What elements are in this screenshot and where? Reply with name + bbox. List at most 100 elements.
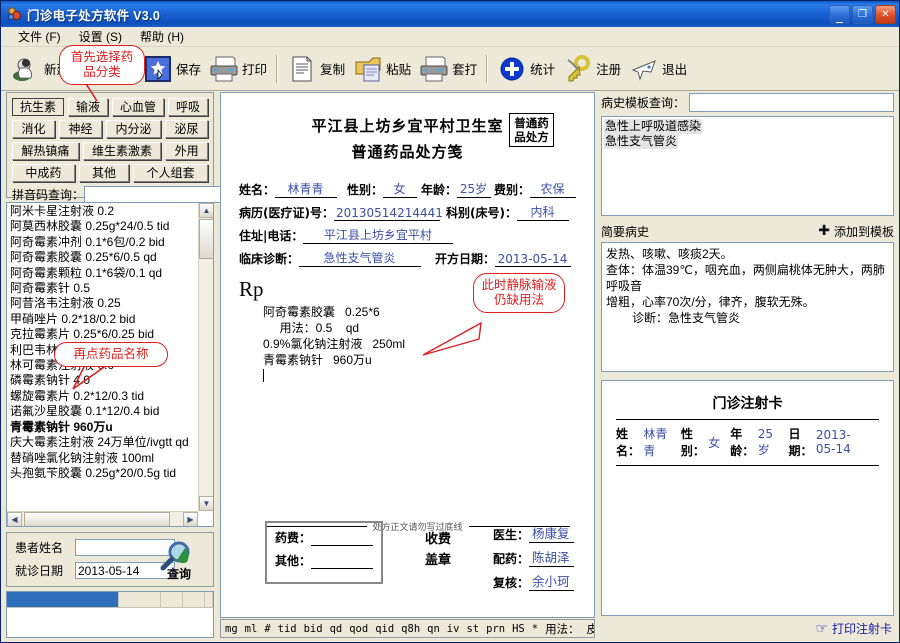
issue-date-value[interactable]: 2013-05-14 bbox=[495, 252, 572, 267]
status-usage[interactable]: 用法： bbox=[545, 621, 580, 637]
drug-list-item[interactable]: 阿昔洛韦注射液 0.25 bbox=[8, 296, 197, 311]
results-header-cell-1[interactable] bbox=[7, 592, 119, 607]
diagnosis-value[interactable]: 急性支气管炎 bbox=[299, 249, 422, 267]
checker-value[interactable]: 余小珂 bbox=[529, 571, 574, 591]
close-button[interactable]: ✕ bbox=[875, 4, 896, 24]
results-header-cell-4[interactable] bbox=[183, 592, 205, 607]
category-button-antipyretic[interactable]: 解热镇痛 bbox=[12, 142, 79, 160]
add-to-template-button[interactable]: ✚ 添加到模板 bbox=[818, 223, 894, 240]
drug-list-item[interactable]: 阿莫西林胶囊 0.25g*24/0.5 tid bbox=[8, 219, 197, 234]
scroll-down-button[interactable]: ▼ bbox=[199, 496, 213, 511]
scroll-up-button[interactable]: ▲ bbox=[199, 203, 213, 218]
drug-list-item[interactable]: 阿奇霉素冲剂 0.1*6包/0.2 bid bbox=[8, 235, 197, 250]
status-abbrev[interactable]: st bbox=[466, 623, 479, 635]
toolbar-exit-button[interactable]: 退出 bbox=[625, 50, 691, 88]
scroll-left-button[interactable]: ◀ bbox=[7, 512, 22, 526]
template-search-input[interactable] bbox=[689, 92, 894, 112]
injection-card-info-row: 姓名： 林青青 性别： 女 年龄： 25岁 日期： 2013-05-14 bbox=[616, 425, 879, 459]
query-button[interactable]: 查询 bbox=[155, 538, 203, 582]
toolbar-paste-button[interactable]: 粘贴 bbox=[349, 50, 415, 88]
status-abbrev[interactable]: qod bbox=[349, 623, 368, 635]
drug-list-horizontal-scrollbar[interactable]: ◀ ▶ bbox=[7, 511, 198, 526]
template-item-2[interactable]: 急性支气管炎 bbox=[604, 134, 679, 149]
toolbar-overprint-button[interactable]: 套打 bbox=[415, 50, 481, 88]
status-abbrev[interactable]: qid bbox=[375, 623, 394, 635]
brief-history-textarea[interactable]: 发热、咳嗽、咳痰2天。 查体：体温39℃，咽充血，两侧扁桃体无肿大，两肺呼吸音 … bbox=[601, 242, 894, 372]
category-button-urinary[interactable]: 泌尿 bbox=[165, 120, 208, 138]
scroll-right-button[interactable]: ▶ bbox=[183, 512, 198, 526]
drug-list-item[interactable]: 青霉素钠针 960万u bbox=[8, 420, 197, 435]
template-item-1[interactable]: 急性上呼吸道感染 bbox=[604, 119, 703, 134]
drug-list-item[interactable]: 庆大霉素注射液 24万单位/ivgtt qd bbox=[8, 435, 197, 450]
status-abbrev[interactable]: qd bbox=[330, 623, 343, 635]
overprint-printer-icon bbox=[419, 54, 449, 84]
results-header-cell-5[interactable] bbox=[205, 592, 213, 607]
maximize-button[interactable]: ❐ bbox=[852, 4, 873, 24]
status-usage[interactable]: 皮试 bbox=[587, 621, 594, 637]
status-abbrev[interactable]: qn bbox=[427, 623, 440, 635]
category-button-vitamin-hormone[interactable]: 维生素激素 bbox=[82, 142, 162, 160]
drug-fee-input[interactable] bbox=[311, 534, 373, 546]
category-button-chinese-patent[interactable]: 中成药 bbox=[12, 164, 75, 182]
card-gender-label: 性别： bbox=[680, 427, 705, 458]
prescription-panel: 平江县上坊乡宜平村卫生室 普通药品处方笺 普通药 品处方 姓名： 林青青 性别： … bbox=[220, 92, 595, 638]
dispenser-value[interactable]: 陈胡泽 bbox=[529, 547, 574, 567]
toolbar-print-button[interactable]: 打印 bbox=[205, 50, 271, 88]
category-button-others[interactable]: 其他 bbox=[78, 164, 130, 182]
address-value[interactable]: 平江县上坊乡宜平村 bbox=[303, 226, 454, 244]
print-injection-card-button[interactable]: ☞ 打印注射卡 bbox=[815, 620, 892, 637]
results-header-cell-2[interactable] bbox=[119, 592, 161, 607]
vertical-scroll-thumb[interactable] bbox=[199, 219, 213, 259]
patient-results-grid[interactable] bbox=[6, 591, 214, 638]
status-abbrev[interactable]: * bbox=[532, 623, 538, 635]
status-abbrev[interactable]: iv bbox=[447, 623, 460, 635]
category-button-endocrine[interactable]: 内分泌 bbox=[106, 120, 161, 138]
toolbar-register-button[interactable]: 注册 bbox=[559, 50, 625, 88]
results-header-row bbox=[7, 592, 213, 608]
drug-list-item[interactable]: 阿奇霉素针 0.5 bbox=[8, 281, 197, 296]
minimize-button[interactable]: _ bbox=[829, 4, 850, 24]
doctor-value[interactable]: 杨康复 bbox=[529, 523, 574, 543]
department-value[interactable]: 内科 bbox=[516, 203, 569, 221]
status-abbrev[interactable]: mg bbox=[225, 623, 238, 635]
status-abbrev[interactable]: tid bbox=[278, 623, 297, 635]
drug-list-item[interactable]: 替硝唑氯化钠注射液 100ml bbox=[8, 451, 197, 466]
other-fee-row: 其他： bbox=[275, 552, 373, 569]
application-window: 门诊电子处方软件 V3.0 _ ❐ ✕ 文件 (F) 设置 (S) 帮助 (H)… bbox=[0, 0, 900, 643]
injection-card-rule-bottom bbox=[616, 465, 879, 466]
other-fee-input[interactable] bbox=[311, 557, 373, 569]
plus-icon: ✚ bbox=[818, 223, 830, 239]
drug-list-item[interactable]: 甲硝唑片 0.2*18/0.2 bid bbox=[8, 312, 197, 327]
status-abbrev[interactable]: ml bbox=[245, 623, 258, 635]
age-value[interactable]: 25岁 bbox=[457, 180, 492, 198]
toolbar-copy-button[interactable]: 复制 bbox=[283, 50, 349, 88]
history-template-list[interactable]: 急性上呼吸道感染 急性支气管炎 bbox=[601, 116, 894, 216]
category-button-digestive[interactable]: 消化 bbox=[12, 120, 55, 138]
category-button-nervous[interactable]: 神经 bbox=[59, 120, 102, 138]
horizontal-scroll-thumb[interactable] bbox=[24, 512, 170, 526]
status-abbrev[interactable]: bid bbox=[304, 623, 323, 635]
drug-list-item[interactable]: 阿米卡星注射液 0.2 bbox=[8, 204, 197, 219]
status-abbrev[interactable]: prn bbox=[486, 623, 505, 635]
category-button-external[interactable]: 外用 bbox=[165, 142, 209, 160]
status-abbrev[interactable]: HS bbox=[512, 623, 525, 635]
category-button-personal-set[interactable]: 个人组套 bbox=[133, 164, 209, 182]
drug-list-item[interactable]: 阿奇霉素颗粒 0.1*6袋/0.1 qd bbox=[8, 266, 197, 281]
status-abbrev[interactable]: # bbox=[264, 623, 270, 635]
name-value[interactable]: 林青青 bbox=[275, 180, 338, 198]
doctor-label: 医生： bbox=[493, 528, 530, 542]
feetype-value[interactable]: 农保 bbox=[530, 180, 577, 198]
drug-list-item[interactable]: 阿奇霉素胶囊 0.25*6/0.5 qd bbox=[8, 250, 197, 265]
results-header-cell-3[interactable] bbox=[161, 592, 183, 607]
drug-list-item[interactable]: 头孢氨苄胶囊 0.25g*20/0.5g tid bbox=[8, 466, 197, 481]
gender-value[interactable]: 女 bbox=[383, 180, 418, 198]
pinyin-search-label: 拼音码查询： bbox=[12, 188, 85, 202]
status-abbrev[interactable]: q8h bbox=[401, 623, 420, 635]
toolbar-statistics-button[interactable]: 统计 bbox=[493, 50, 559, 88]
prescription-stamp: 普通药 品处方 bbox=[509, 113, 554, 147]
card-date-value: 2013-05-14 bbox=[815, 428, 851, 456]
drug-list-item[interactable]: 诺氟沙星胶囊 0.1*12/0.4 bid bbox=[8, 404, 197, 419]
patient-name-label: 患者姓名 bbox=[15, 541, 64, 555]
record-no-value[interactable]: 20130514214441 bbox=[333, 206, 443, 221]
drug-list-vertical-scrollbar[interactable]: ▲ ▼ bbox=[198, 203, 213, 511]
